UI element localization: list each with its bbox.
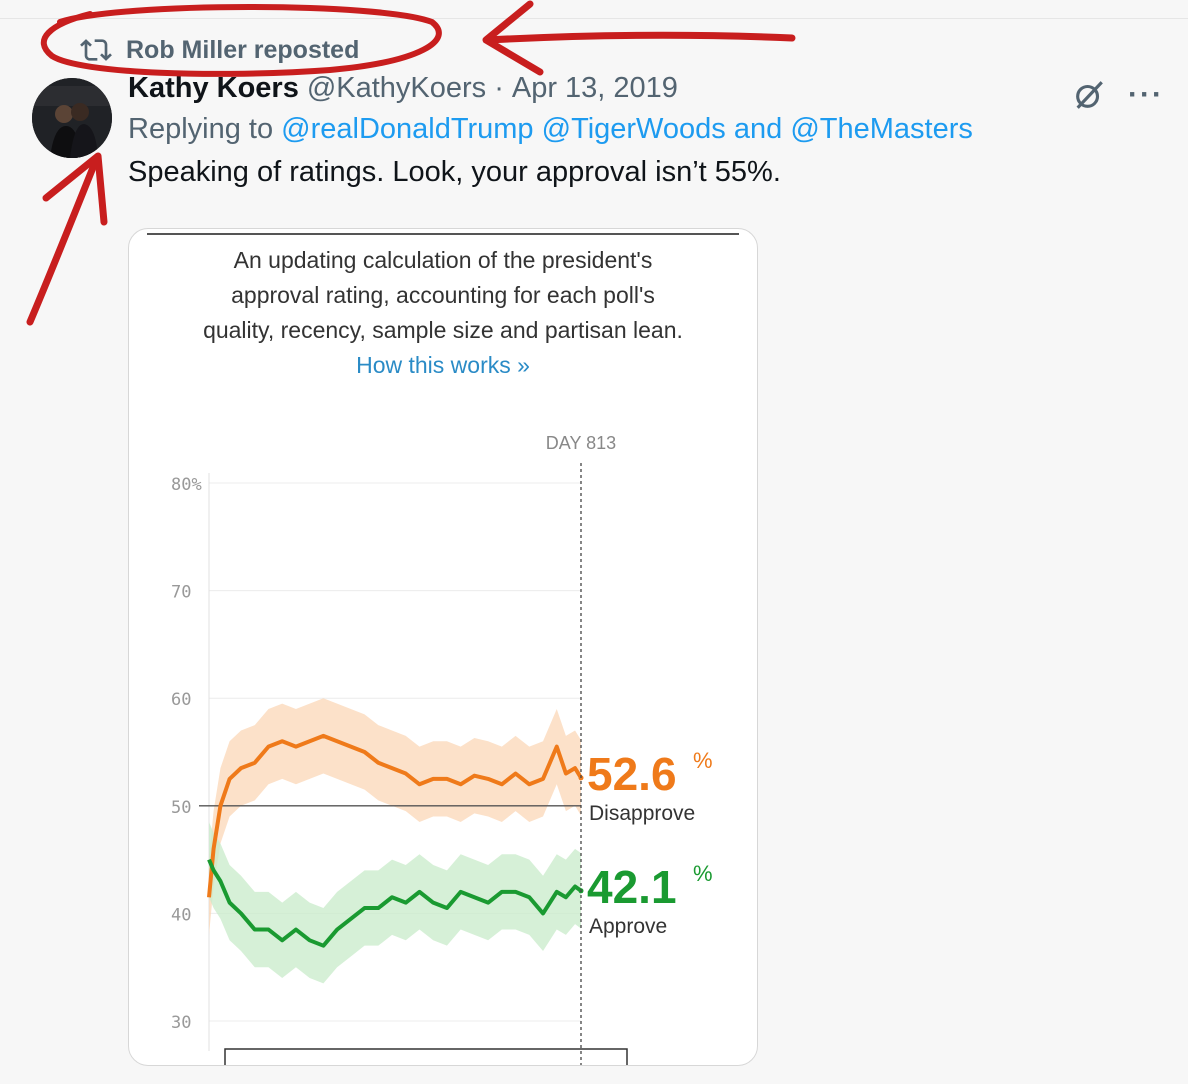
series-value-label: 52.6 xyxy=(587,748,677,800)
approval-chart: 80% 70 60 50 40 30 DAY 813 52.6 % Disapprove 42.1%… xyxy=(171,433,713,1065)
tweet-text: Speaking of ratings. Look, your approval… xyxy=(128,156,781,188)
avatar-image xyxy=(32,78,112,158)
y-tick-label: 80% xyxy=(171,475,202,495)
y-tick-label: 40 xyxy=(171,905,191,925)
avatar[interactable] xyxy=(32,78,112,158)
author-handle[interactable]: @KathyKoers xyxy=(307,72,486,105)
tweet-actions: ··· xyxy=(1072,78,1164,112)
series-unit-label: % xyxy=(693,748,713,773)
grok-icon[interactable] xyxy=(1072,78,1106,112)
day-marker-label: DAY 813 xyxy=(546,433,616,453)
replying-to: Replying to @realDonaldTrump @TigerWoods… xyxy=(128,113,1168,146)
more-options-icon[interactable]: ··· xyxy=(1128,78,1164,112)
y-tick-label: 70 xyxy=(171,583,191,603)
top-divider xyxy=(0,18,1188,19)
series-unit-label: % xyxy=(693,861,713,886)
mention-link[interactable]: @realDonaldTrump xyxy=(281,113,533,145)
tweet-header: Kathy Koers @KathyKoers · Apr 13, 2019 xyxy=(128,72,1168,105)
header-separator: · xyxy=(494,72,504,104)
repost-banner[interactable]: Rob Miller reposted xyxy=(80,34,359,66)
tweet-body[interactable]: Kathy Koers @KathyKoers · Apr 13, 2019 R… xyxy=(128,72,1168,189)
y-tick-label: 30 xyxy=(171,1013,191,1033)
series-name-label: Approve xyxy=(589,915,667,938)
repost-label: Rob Miller reposted xyxy=(126,35,360,64)
tweet-date[interactable]: Apr 13, 2019 xyxy=(512,72,678,105)
confidence-band xyxy=(209,821,581,984)
x-axis-box xyxy=(224,1048,628,1065)
repost-icon xyxy=(80,39,112,61)
series-value-label: 42.1 xyxy=(587,861,677,913)
y-tick-label: 50 xyxy=(171,798,191,818)
replying-prefix: Replying to xyxy=(128,113,274,145)
chart-card[interactable]: An updating calculation of the president… xyxy=(128,228,758,1066)
mention-link[interactable]: @TigerWoods xyxy=(542,113,726,145)
mention-joiner: and xyxy=(733,113,783,145)
mention-link[interactable]: @TheMasters xyxy=(790,113,973,145)
y-tick-label: 60 xyxy=(171,690,191,710)
author-name[interactable]: Kathy Koers xyxy=(128,72,299,105)
series-name-label: Disapprove xyxy=(589,802,695,825)
